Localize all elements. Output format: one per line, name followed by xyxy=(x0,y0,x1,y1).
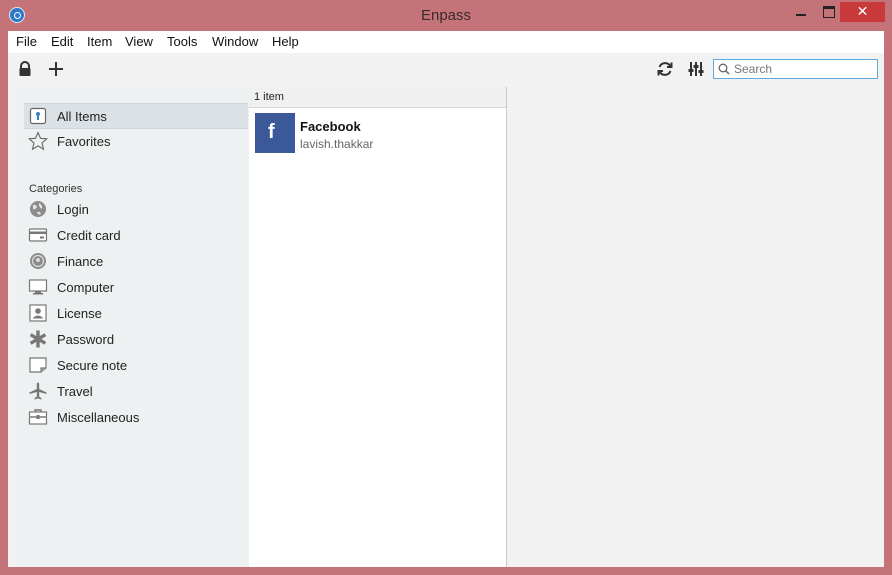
note-icon xyxy=(29,357,47,373)
search-box[interactable] xyxy=(713,59,878,79)
maximize-button[interactable] xyxy=(818,2,840,22)
menu-item[interactable]: Item xyxy=(87,34,112,49)
sidebar-item-license[interactable]: License xyxy=(24,301,248,325)
sidebar-item-label: Computer xyxy=(57,280,115,295)
sidebar-item-all-items[interactable]: All Items xyxy=(24,103,248,129)
airplane-icon xyxy=(29,382,47,400)
menu-file[interactable]: File xyxy=(16,34,37,49)
sidebar-item-label: Secure note xyxy=(57,358,128,373)
credit-card-icon xyxy=(28,228,48,242)
item-title: Facebook xyxy=(300,119,361,134)
item-count: 1 item xyxy=(254,91,284,103)
globe-icon xyxy=(30,201,46,217)
list-header: 1 item xyxy=(249,87,506,108)
asterisk-icon xyxy=(29,330,47,348)
search-icon xyxy=(718,63,730,75)
sidebar-item-login[interactable]: Login xyxy=(24,197,248,221)
menu-bar: File Edit Item View Tools Window Help xyxy=(8,31,884,53)
sidebar-item-favorites[interactable]: Favorites xyxy=(24,129,248,153)
lock-icon[interactable] xyxy=(16,60,34,78)
sidebar-item-label: All Items xyxy=(57,109,107,124)
facebook-icon: f xyxy=(255,113,295,153)
item-subtitle: lavish.thakkar xyxy=(300,137,374,151)
monitor-icon xyxy=(28,279,48,295)
sidebar-item-label: Travel xyxy=(57,384,93,399)
id-badge-icon xyxy=(29,304,47,322)
sidebar-item-label: Favorites xyxy=(57,134,111,149)
sidebar-item-label: Password xyxy=(57,332,115,347)
title-bar[interactable]: Enpass ✕ xyxy=(0,0,892,30)
sidebar-item-label: Credit card xyxy=(57,228,121,243)
sidebar-item-finance[interactable]: Finance xyxy=(24,249,248,273)
maximize-icon xyxy=(823,6,835,18)
sidebar-item-credit-card[interactable]: Credit card xyxy=(24,223,248,247)
close-icon: ✕ xyxy=(856,3,869,19)
sidebar-item-label: Login xyxy=(57,202,89,217)
app-window: Enpass ✕ File Edit Item View Tools Windo… xyxy=(0,0,892,575)
search-input[interactable] xyxy=(734,61,872,76)
coin-icon xyxy=(30,253,46,269)
minimize-button[interactable] xyxy=(790,2,812,22)
close-button[interactable]: ✕ xyxy=(840,2,885,22)
sidebar-item-label: Finance xyxy=(57,254,104,269)
sidebar: All Items Favorites Categories Login Cre… xyxy=(16,87,250,567)
sidebar-item-label: Miscellaneous xyxy=(57,410,140,425)
categories-heading: Categories xyxy=(29,183,83,195)
list-item[interactable]: f Facebook lavish.thakkar xyxy=(249,108,506,158)
item-list-pane: 1 item f Facebook lavish.thakkar xyxy=(249,87,507,567)
toolbar xyxy=(8,53,884,85)
star-icon xyxy=(28,131,48,151)
menu-tools[interactable]: Tools xyxy=(167,34,197,49)
minimize-icon xyxy=(796,14,806,16)
client-area: File Edit Item View Tools Window Help Se… xyxy=(8,31,884,567)
filter-sliders-icon[interactable] xyxy=(687,60,705,78)
menu-window[interactable]: Window xyxy=(212,34,258,49)
menu-help[interactable]: Help xyxy=(272,34,299,49)
toolbox-icon xyxy=(28,409,48,425)
window-title: Enpass xyxy=(420,7,472,24)
add-icon[interactable] xyxy=(47,60,65,78)
menu-edit[interactable]: Edit xyxy=(51,34,73,49)
sidebar-item-label: License xyxy=(57,306,102,321)
detail-pane xyxy=(507,87,884,567)
sidebar-item-miscellaneous[interactable]: Miscellaneous xyxy=(24,405,248,429)
sidebar-item-secure-note[interactable]: Secure note xyxy=(24,353,248,377)
sidebar-item-computer[interactable]: Computer xyxy=(24,275,248,299)
sidebar-item-password[interactable]: Password xyxy=(24,327,248,351)
sidebar-item-travel[interactable]: Travel xyxy=(24,379,248,403)
vault-icon xyxy=(29,107,47,125)
menu-view[interactable]: View xyxy=(125,34,153,49)
sync-icon[interactable] xyxy=(656,60,674,78)
